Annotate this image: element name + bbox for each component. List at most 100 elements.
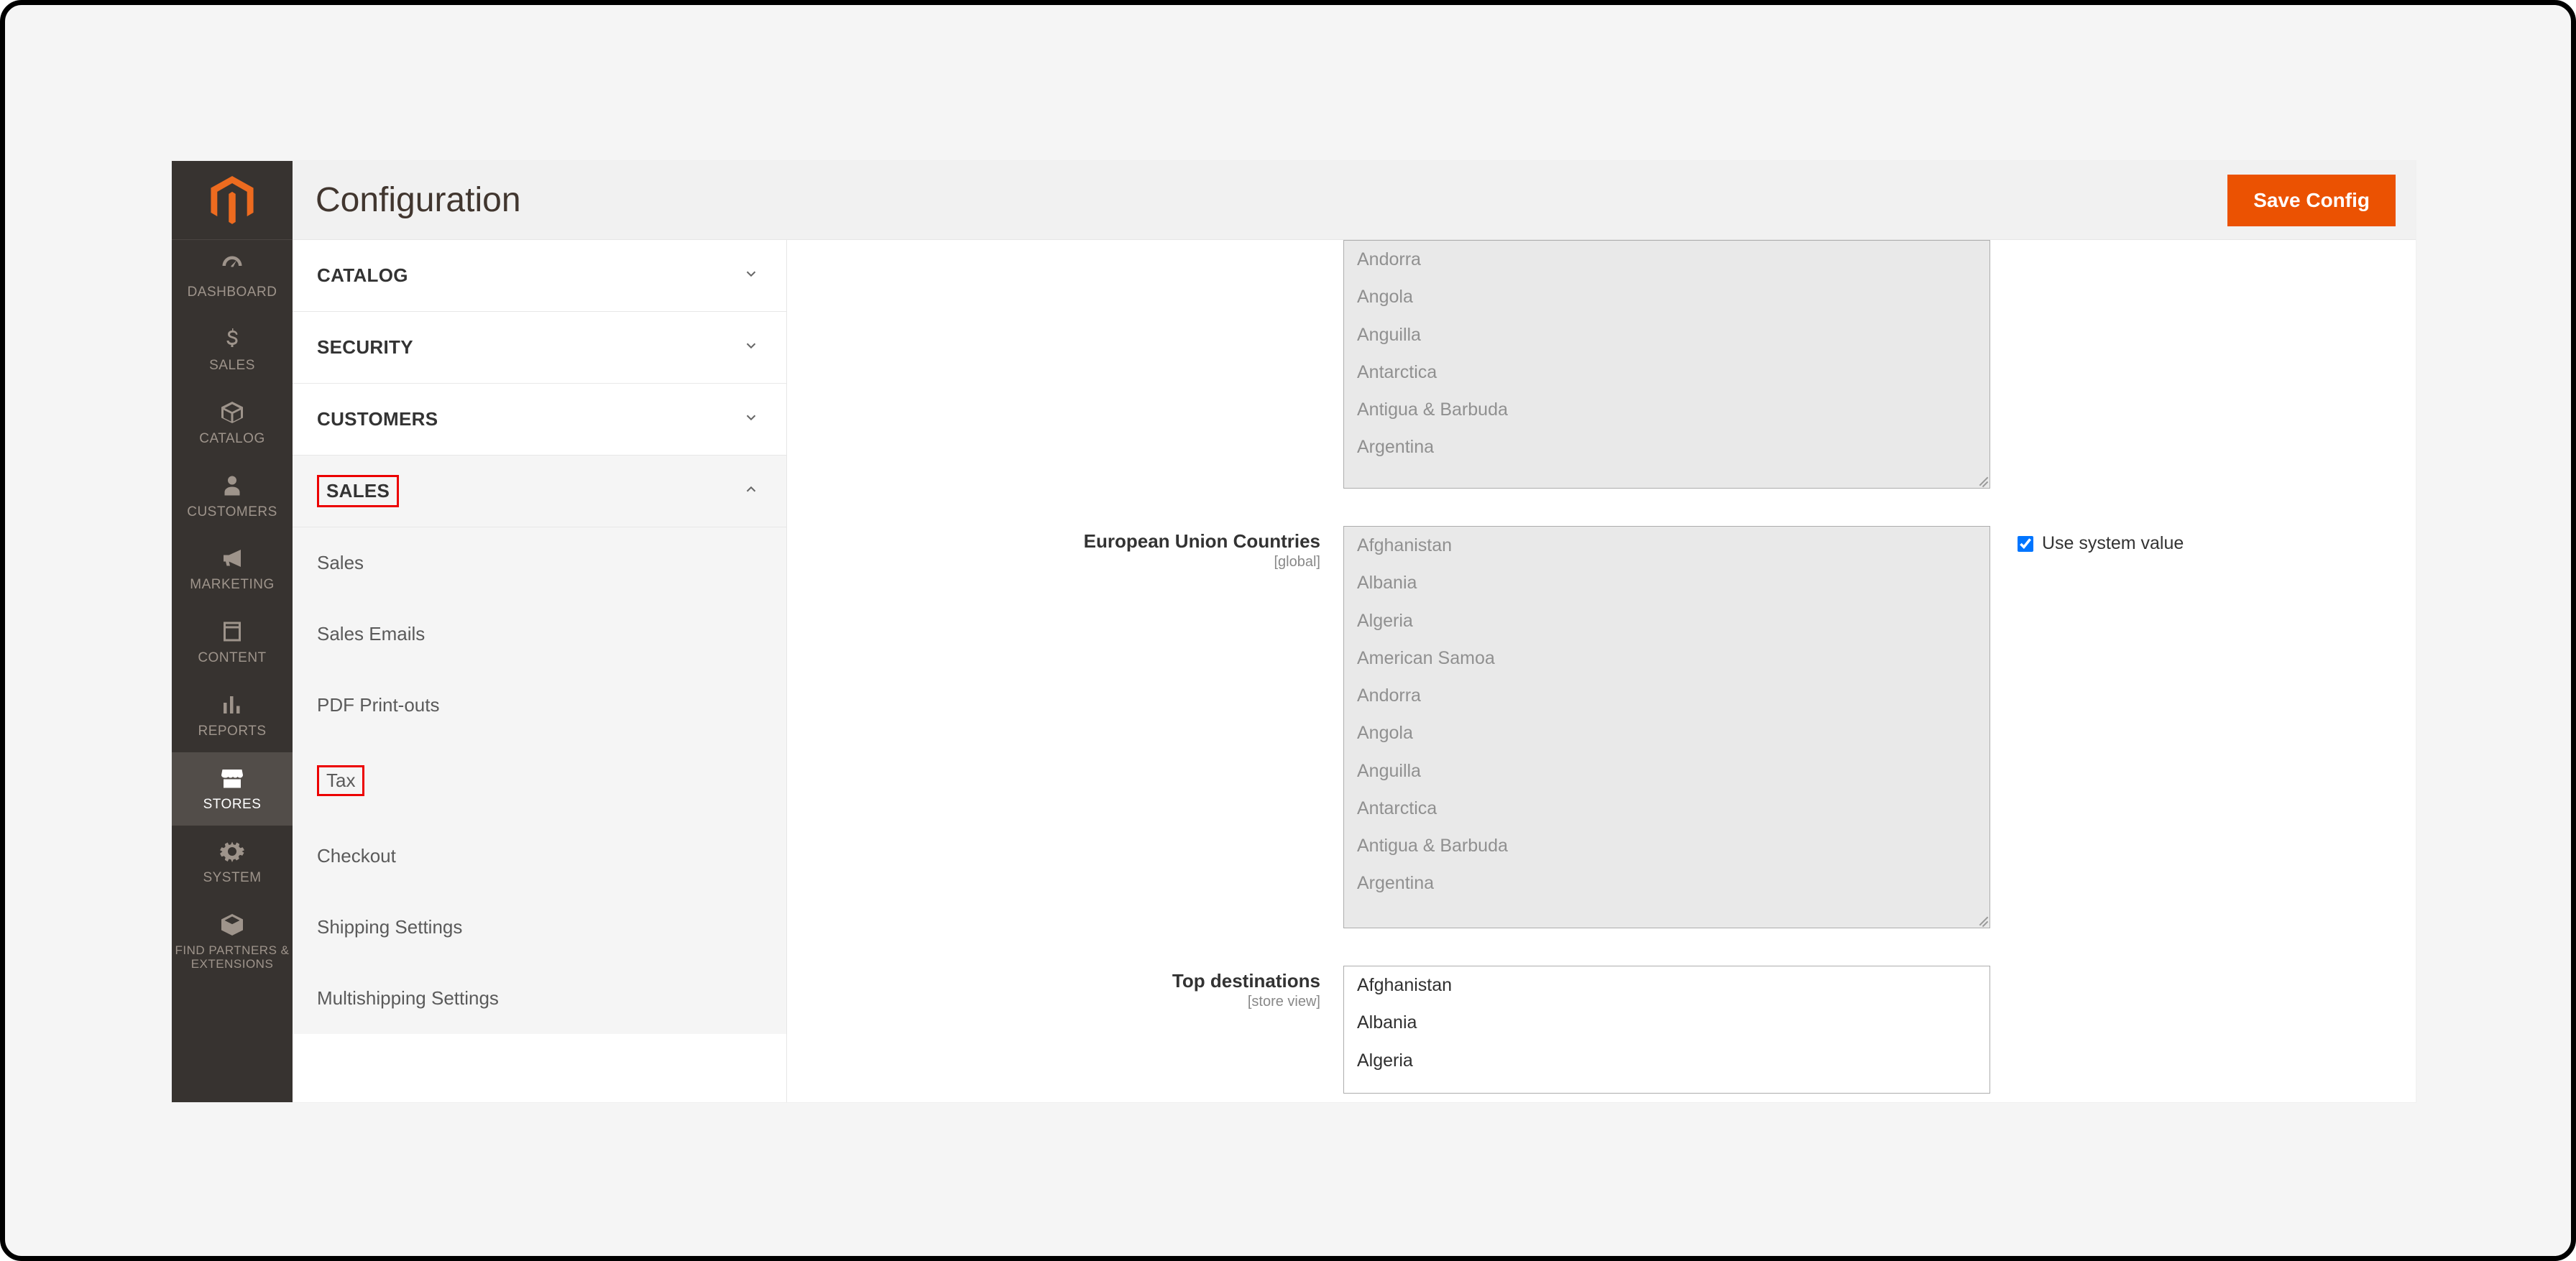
- form-area: Andorra Angola Anguilla Antarctica Antig…: [787, 240, 2416, 1102]
- chevron-down-icon: [743, 336, 759, 359]
- option[interactable]: Algeria: [1344, 602, 1990, 639]
- field-label: Top destinations: [1172, 970, 1320, 992]
- nav-label: SYSTEM: [203, 870, 261, 886]
- option[interactable]: American Samoa: [1344, 639, 1990, 677]
- nav-label: SALES: [209, 358, 255, 374]
- sub-item-pdf-printouts[interactable]: PDF Print-outs: [293, 670, 786, 741]
- config-section-label-highlighted: SALES: [317, 475, 399, 507]
- dollar-icon: [219, 326, 245, 352]
- option[interactable]: Antarctica: [1344, 354, 1990, 391]
- chevron-down-icon: [743, 408, 759, 430]
- field-scope: [store view]: [809, 994, 1320, 1010]
- topbar: Configuration Save Config: [293, 161, 2416, 240]
- sub-item-label: PDF Print-outs: [317, 694, 440, 716]
- nav-catalog[interactable]: CATALOG: [172, 387, 293, 460]
- field-row-eu-countries: European Union Countries [global] Afghan…: [809, 526, 2394, 928]
- nav-partners[interactable]: FIND PARTNERS & EXTENSIONS: [172, 899, 293, 984]
- field-scope: [global]: [809, 554, 1320, 571]
- sub-item-tax[interactable]: Tax: [293, 741, 786, 821]
- sub-item-label: Multishipping Settings: [317, 987, 499, 1009]
- use-system-value-label: Use system value: [2042, 533, 2184, 554]
- option[interactable]: Angola: [1344, 278, 1990, 315]
- nav-label: DASHBOARD: [188, 285, 277, 300]
- config-section-label: CUSTOMERS: [317, 408, 438, 430]
- config-section-security[interactable]: SECURITY: [293, 312, 786, 384]
- nav-stores[interactable]: STORES: [172, 752, 293, 826]
- sub-item-sales[interactable]: Sales: [293, 527, 786, 599]
- store-icon: [219, 765, 245, 791]
- resize-handle-icon[interactable]: [1975, 913, 1988, 926]
- field-label: European Union Countries: [1084, 530, 1320, 552]
- sub-item-multishipping-settings[interactable]: Multishipping Settings: [293, 963, 786, 1034]
- sub-item-label: Shipping Settings: [317, 916, 462, 938]
- config-section-sales[interactable]: SALES: [293, 456, 786, 527]
- field-row-top-destinations: Top destinations [store view] Afghanista…: [809, 966, 2394, 1094]
- nav-label: CONTENT: [198, 650, 266, 666]
- option[interactable]: Algeria: [1344, 1042, 1990, 1079]
- sub-item-shipping-settings[interactable]: Shipping Settings: [293, 892, 786, 963]
- field-row-prior-countries: Andorra Angola Anguilla Antarctica Antig…: [809, 240, 2394, 489]
- option[interactable]: Argentina: [1344, 864, 1990, 902]
- partners-icon: [219, 912, 245, 938]
- option[interactable]: Afghanistan: [1344, 966, 1990, 1004]
- gear-icon: [219, 839, 245, 864]
- top-destinations-multiselect[interactable]: Afghanistan Albania Algeria: [1343, 966, 1990, 1094]
- app-window: DASHBOARD SALES CATALOG CUSTOMERS MARKET…: [172, 161, 2416, 1102]
- option[interactable]: Anguilla: [1344, 752, 1990, 790]
- main-area: Configuration Save Config CATALOG SECURI…: [293, 161, 2416, 1102]
- admin-sidebar: DASHBOARD SALES CATALOG CUSTOMERS MARKET…: [172, 161, 293, 1102]
- option[interactable]: Angola: [1344, 714, 1990, 752]
- option[interactable]: Andorra: [1344, 241, 1990, 278]
- option[interactable]: Argentina: [1344, 428, 1990, 466]
- page-icon: [219, 619, 245, 645]
- use-system-value-checkbox[interactable]: [2018, 536, 2033, 552]
- option[interactable]: Albania: [1344, 564, 1990, 601]
- config-section-catalog[interactable]: CATALOG: [293, 240, 786, 312]
- config-section-label: CATALOG: [317, 264, 408, 287]
- nav-reports[interactable]: REPORTS: [172, 679, 293, 752]
- nav-label: CUSTOMERS: [187, 504, 277, 520]
- config-section-customers[interactable]: CUSTOMERS: [293, 384, 786, 456]
- content-row: CATALOG SECURITY CUSTOMERS SALES: [293, 240, 2416, 1102]
- countries-multiselect-partial[interactable]: Andorra Angola Anguilla Antarctica Antig…: [1343, 240, 1990, 489]
- sub-item-checkout[interactable]: Checkout: [293, 821, 786, 892]
- eu-countries-multiselect[interactable]: Afghanistan Albania Algeria American Sam…: [1343, 526, 1990, 928]
- config-section-label: SECURITY: [317, 336, 413, 359]
- resize-handle-icon[interactable]: [1975, 474, 1988, 486]
- field-extra-empty: [1990, 240, 2018, 247]
- nav-system[interactable]: SYSTEM: [172, 826, 293, 899]
- nav-marketing[interactable]: MARKETING: [172, 532, 293, 606]
- option[interactable]: Antigua & Barbuda: [1344, 391, 1990, 428]
- magento-logo[interactable]: [172, 161, 293, 240]
- nav-label: FIND PARTNERS & EXTENSIONS: [172, 943, 293, 971]
- option[interactable]: Antigua & Barbuda: [1344, 827, 1990, 864]
- sub-item-sales-emails[interactable]: Sales Emails: [293, 599, 786, 670]
- chevron-up-icon: [743, 480, 759, 502]
- option[interactable]: Albania: [1344, 1004, 1990, 1041]
- page-title: Configuration: [316, 180, 521, 220]
- megaphone-icon: [219, 545, 245, 571]
- person-icon: [219, 473, 245, 499]
- nav-label: STORES: [203, 797, 262, 813]
- nav-dashboard[interactable]: DASHBOARD: [172, 240, 293, 313]
- sub-item-label-highlighted: Tax: [317, 765, 364, 796]
- config-nav: CATALOG SECURITY CUSTOMERS SALES: [293, 240, 787, 1102]
- nav-sales[interactable]: SALES: [172, 313, 293, 387]
- nav-content[interactable]: CONTENT: [172, 606, 293, 679]
- option[interactable]: Anguilla: [1344, 316, 1990, 354]
- nav-label: REPORTS: [198, 724, 266, 739]
- save-config-button[interactable]: Save Config: [2227, 175, 2396, 226]
- nav-label: CATALOG: [199, 431, 264, 447]
- nav-customers[interactable]: CUSTOMERS: [172, 460, 293, 533]
- sub-item-label: Checkout: [317, 845, 396, 867]
- option[interactable]: Afghanistan: [1344, 527, 1990, 564]
- nav-label: MARKETING: [190, 577, 274, 593]
- chevron-down-icon: [743, 264, 759, 287]
- field-extra-empty: [1990, 966, 2018, 973]
- option[interactable]: Andorra: [1344, 677, 1990, 714]
- sub-item-label: Sales Emails: [317, 623, 425, 645]
- option[interactable]: Antarctica: [1344, 790, 1990, 827]
- sales-subitems: Sales Sales Emails PDF Print-outs Tax Ch…: [293, 527, 786, 1034]
- field-label-col-empty: [809, 240, 1343, 244]
- box-icon: [219, 399, 245, 425]
